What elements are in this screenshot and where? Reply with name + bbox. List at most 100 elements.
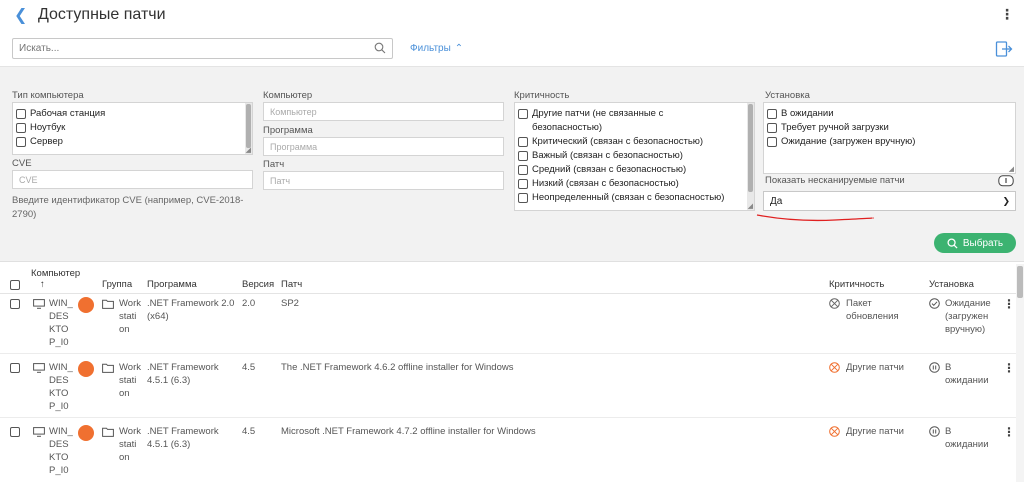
sort-arrow-icon[interactable]: ↑ bbox=[40, 279, 45, 290]
show-unscannable-select[interactable]: Да ❯ bbox=[763, 191, 1016, 211]
cve-hint: Введите идентификатор CVE (например, CVE… bbox=[12, 195, 244, 220]
row-menu-icon[interactable]: ⋮ bbox=[1003, 297, 1015, 311]
program-label: Программа bbox=[263, 125, 313, 136]
resize-handle-icon[interactable]: ◢ bbox=[1009, 165, 1014, 173]
scrollbar-thumb[interactable] bbox=[246, 104, 251, 148]
computer-icon bbox=[33, 427, 45, 437]
list-item[interactable]: В ожидании bbox=[764, 107, 1015, 121]
row-menu-icon[interactable]: ⋮ bbox=[1003, 425, 1015, 439]
column-program[interactable]: Программа bbox=[147, 279, 197, 290]
row-checkbox[interactable] bbox=[10, 427, 20, 437]
column-computer[interactable]: Компьютер bbox=[31, 268, 80, 279]
select-all-checkbox[interactable] bbox=[10, 280, 20, 290]
back-icon[interactable]: ❮ bbox=[14, 5, 27, 25]
folder-icon bbox=[102, 363, 114, 373]
column-group[interactable]: Группа bbox=[102, 279, 132, 290]
list-item[interactable]: Ноутбук bbox=[13, 121, 252, 135]
search-input[interactable] bbox=[13, 39, 353, 58]
filters-toggle-label: Фильтры bbox=[410, 43, 451, 54]
computer-name[interactable]: WIN_DESKTOP_I0 bbox=[49, 425, 73, 477]
computer-type-list[interactable]: Рабочая станция Ноутбук Сервер ◢ bbox=[12, 102, 253, 155]
agent-badge-icon bbox=[78, 361, 94, 377]
criticality-list[interactable]: Другие патчи (не связанные с безопасност… bbox=[514, 102, 755, 211]
filters-toggle[interactable]: Фильтры ⌃ bbox=[410, 43, 463, 54]
column-criticality[interactable]: Критичность bbox=[829, 279, 884, 290]
program-name: .NET Framework 4.5.1 (6.3) bbox=[147, 362, 219, 386]
scrollbar-thumb[interactable] bbox=[748, 104, 753, 192]
computer-icon bbox=[33, 363, 45, 373]
check-circle-icon bbox=[929, 298, 940, 309]
agent-badge-icon bbox=[78, 425, 94, 441]
program-input[interactable]: Программа bbox=[263, 137, 504, 156]
cve-input[interactable]: CVE bbox=[12, 170, 253, 189]
list-item[interactable]: Ожидание (загружен вручную) bbox=[764, 135, 1015, 149]
checkbox[interactable] bbox=[16, 123, 26, 133]
table-row[interactable]: WIN_DESKTOP_I0 Workstation .NET Framewor… bbox=[0, 418, 1024, 482]
checkbox[interactable] bbox=[518, 109, 528, 119]
chevron-up-icon: ⌃ bbox=[454, 43, 464, 54]
table-scrollbar[interactable] bbox=[1016, 264, 1024, 482]
other-patches-icon bbox=[829, 426, 840, 437]
checkbox[interactable] bbox=[16, 137, 26, 147]
computer-input[interactable]: Компьютер bbox=[263, 102, 504, 121]
column-patch[interactable]: Патч bbox=[281, 279, 302, 290]
list-item[interactable]: Низкий (связан с безопасностью) bbox=[515, 177, 754, 191]
list-item[interactable]: Важный (связан с безопасностью) bbox=[515, 149, 754, 163]
list-item[interactable]: Сервер bbox=[13, 135, 252, 149]
patch-name: The .NET Framework 4.6.2 offline install… bbox=[281, 362, 514, 373]
info-icon[interactable] bbox=[998, 175, 1014, 188]
resize-handle-icon[interactable]: ◢ bbox=[748, 202, 753, 210]
patch-input[interactable]: Патч bbox=[263, 171, 504, 190]
checkbox[interactable] bbox=[767, 123, 777, 133]
checkbox[interactable] bbox=[16, 109, 26, 119]
checkbox[interactable] bbox=[518, 151, 528, 161]
scrollbar[interactable] bbox=[747, 103, 754, 210]
row-checkbox[interactable] bbox=[10, 299, 20, 309]
scrollbar-thumb[interactable] bbox=[1017, 266, 1023, 298]
computer-name[interactable]: WIN_DESKTOP_I0 bbox=[49, 297, 73, 349]
version: 4.5 bbox=[242, 426, 256, 437]
checkbox[interactable] bbox=[518, 165, 528, 175]
folder-icon bbox=[102, 427, 114, 437]
column-install[interactable]: Установка bbox=[929, 279, 974, 290]
chevron-down-icon: ❯ bbox=[1002, 196, 1010, 206]
resize-handle-icon[interactable]: ◢ bbox=[246, 146, 251, 154]
list-item[interactable]: Критический (связан с безопасностью) bbox=[515, 135, 754, 149]
table-row[interactable]: WIN_DESKTOP_I0 Workstation .NET Framewor… bbox=[0, 354, 1024, 418]
page-title: Доступные патчи bbox=[38, 6, 166, 23]
show-unscannable-value: Да bbox=[770, 196, 783, 207]
show-unscannable-label: Показать несканируемые патчи bbox=[765, 175, 905, 186]
export-icon[interactable] bbox=[995, 40, 1013, 58]
row-menu-icon[interactable]: ⋮ bbox=[1003, 361, 1015, 375]
select-button[interactable]: Выбрать bbox=[934, 233, 1016, 253]
install-list[interactable]: В ожидании Требует ручной загрузки Ожида… bbox=[763, 102, 1016, 174]
search-icon[interactable] bbox=[374, 42, 386, 54]
column-version[interactable]: Версия bbox=[242, 279, 274, 290]
criticality-value: Другие патчи bbox=[846, 426, 904, 437]
checkbox[interactable] bbox=[767, 109, 777, 119]
page-header: ❮ Доступные патчи ⋮ bbox=[0, 0, 1024, 32]
checkbox[interactable] bbox=[767, 137, 777, 147]
other-patches-icon bbox=[829, 362, 840, 373]
more-menu-icon[interactable]: ⋮ bbox=[1000, 6, 1014, 23]
list-item[interactable]: Средний (связан с безопасностью) bbox=[515, 163, 754, 177]
install-status: Ожидание (загружен вручную) bbox=[945, 298, 991, 335]
list-item[interactable]: Требует ручной загрузки bbox=[764, 121, 1015, 135]
row-checkbox[interactable] bbox=[10, 363, 20, 373]
version: 2.0 bbox=[242, 298, 256, 309]
list-item[interactable]: Неопределенный (связан с безопасностью) bbox=[515, 191, 754, 205]
table-row[interactable]: WIN_DESKTOP_I0 Workstation .NET Framewor… bbox=[0, 294, 1024, 354]
computer-type-label: Тип компьютера bbox=[12, 90, 84, 101]
checkbox[interactable] bbox=[518, 137, 528, 147]
group-name: Workstation bbox=[119, 426, 141, 463]
red-underline-annotation bbox=[756, 214, 874, 222]
criticality-label: Критичность bbox=[514, 90, 570, 101]
computer-name[interactable]: WIN_DESKTOP_I0 bbox=[49, 361, 73, 413]
checkbox[interactable] bbox=[518, 179, 528, 189]
package-icon bbox=[829, 298, 840, 309]
checkbox[interactable] bbox=[518, 193, 528, 203]
folder-icon bbox=[102, 299, 114, 309]
list-item[interactable]: Другие патчи (не связанные с безопасност… bbox=[515, 107, 754, 135]
table-header: Компьютер ↑ Группа Программа Версия Патч… bbox=[0, 264, 1024, 294]
list-item[interactable]: Рабочая станция bbox=[13, 107, 252, 121]
